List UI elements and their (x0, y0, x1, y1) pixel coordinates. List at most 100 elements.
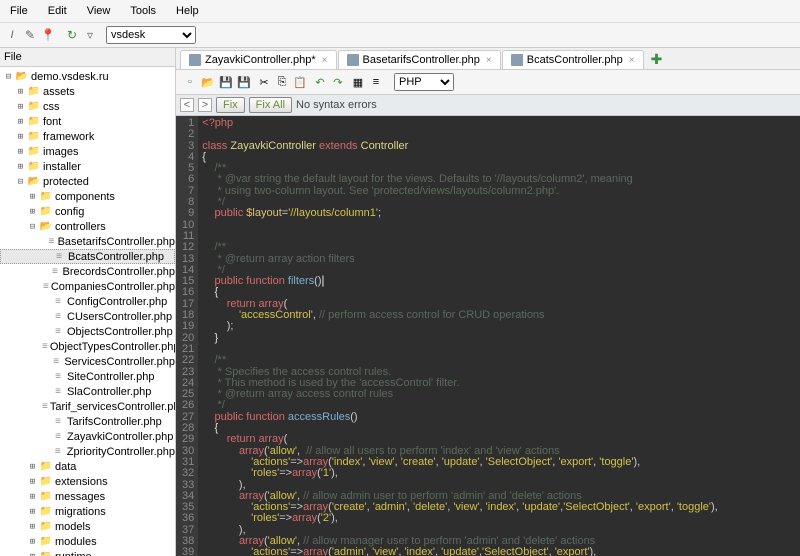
editor-tab[interactable]: ZayavkiController.php*× (180, 50, 337, 69)
language-selector[interactable]: PHP (394, 73, 454, 91)
folder-open-icon: 📂 (39, 221, 53, 233)
tree-twisty-icon[interactable]: ⊞ (28, 522, 37, 532)
tree-item[interactable]: ⊟📂controllers (0, 219, 175, 234)
save-all-icon[interactable]: 💾 (236, 74, 252, 90)
code-editor[interactable]: 1234567891011121314151617181920212223242… (176, 116, 800, 556)
tree-twisty-icon[interactable]: ⊞ (16, 132, 25, 142)
editor-tab[interactable]: BasetarifsController.php× (338, 50, 501, 69)
redo-icon[interactable]: ↷ (330, 74, 346, 90)
tree-item[interactable]: ⊞📁assets (0, 84, 175, 99)
filter-icon[interactable]: ▿ (82, 27, 98, 43)
tree-item[interactable]: ⊞📁data (0, 459, 175, 474)
tree-item[interactable]: ≡TarifsController.php (0, 414, 175, 429)
save-icon[interactable]: 💾 (218, 74, 234, 90)
fix-all-button[interactable]: Fix All (249, 97, 292, 113)
refresh-icon[interactable]: ↻ (64, 27, 80, 43)
tree-twisty-icon[interactable]: ⊞ (16, 162, 25, 172)
prev-error-button[interactable]: < (180, 98, 194, 112)
menu-help[interactable]: Help (168, 3, 207, 19)
tree-twisty-icon[interactable]: ⊟ (16, 177, 25, 187)
cut-icon[interactable]: ✂ (256, 74, 272, 90)
tree-label: protected (43, 176, 89, 188)
close-icon[interactable]: × (486, 55, 492, 66)
close-icon[interactable]: × (322, 55, 328, 66)
tree-twisty-icon[interactable]: ⊞ (28, 207, 37, 217)
tree-item[interactable]: ≡CompaniesController.php (0, 279, 175, 294)
tree-item[interactable]: ⊞📁installer (0, 159, 175, 174)
tree-twisty-icon[interactable]: ⊟ (28, 222, 37, 232)
project-selector[interactable]: vsdesk (106, 26, 196, 44)
tree-item[interactable]: ⊞📁runtime (0, 549, 175, 556)
tree-item[interactable]: ⊞📁modules (0, 534, 175, 549)
grid-icon[interactable]: ▦ (350, 74, 366, 90)
tree-label: controllers (55, 221, 106, 233)
tree-twisty-icon[interactable]: ⊞ (28, 492, 37, 502)
tree-label: Tarif_servicesController.php (50, 401, 175, 413)
tree-label: assets (43, 86, 75, 98)
paste-icon[interactable]: 📋 (292, 74, 308, 90)
tree-twisty-icon[interactable]: ⊞ (28, 507, 37, 517)
folder-icon: 📁 (27, 131, 41, 143)
tree-item[interactable]: ⊞📁models (0, 519, 175, 534)
tree-item[interactable]: ⊟📂protected (0, 174, 175, 189)
tree-twisty-icon[interactable]: ⊞ (16, 102, 25, 112)
tree-item[interactable]: ≡ObjectTypesController.php (0, 339, 175, 354)
tree-label: CompaniesController.php (51, 281, 175, 293)
add-tab-button[interactable]: ✚ (645, 51, 669, 68)
copy-icon[interactable]: ⎘ (274, 74, 290, 90)
tree-item[interactable]: ⊞📁extensions (0, 474, 175, 489)
tree-twisty-icon[interactable]: ⊞ (28, 537, 37, 547)
tree-label: font (43, 116, 61, 128)
tree-item[interactable]: ≡ZayavkiController.php (0, 429, 175, 444)
folder-icon: 📁 (39, 536, 53, 548)
tree-twisty-icon[interactable]: ⊞ (16, 87, 25, 97)
close-icon[interactable]: × (629, 55, 635, 66)
tree-twisty-icon[interactable]: ⊞ (28, 552, 37, 556)
tree-item[interactable]: ≡SiteController.php (0, 369, 175, 384)
tree-twisty-icon[interactable]: ⊞ (28, 462, 37, 472)
tree-twisty-icon[interactable]: ⊞ (16, 147, 25, 157)
next-error-button[interactable]: > (198, 98, 212, 112)
tree-twisty-icon[interactable]: ⊟ (4, 72, 13, 82)
wand-icon[interactable]: ✎ (22, 27, 38, 43)
tree-item[interactable]: ≡ServicesController.php (0, 354, 175, 369)
undo-icon[interactable]: ↶ (312, 74, 328, 90)
tree-twisty-icon[interactable]: ⊞ (28, 192, 37, 202)
tree-item[interactable]: ≡ConfigController.php (0, 294, 175, 309)
menu-view[interactable]: View (79, 3, 119, 19)
folder-icon: 📁 (39, 491, 53, 503)
tree-item[interactable]: ⊞📁framework (0, 129, 175, 144)
tree-item[interactable]: ⊟📂demo.vsdesk.ru (0, 69, 175, 84)
code-content[interactable]: <?php class ZayavkiController extends Co… (198, 116, 800, 556)
menu-edit[interactable]: Edit (40, 3, 75, 19)
php-icon: ≡ (51, 446, 65, 458)
pin-icon[interactable]: 📍 (40, 27, 56, 43)
tree-item[interactable]: ⊞📁config (0, 204, 175, 219)
php-icon: ≡ (52, 251, 66, 263)
new-file-icon[interactable]: ▫ (182, 74, 198, 90)
tree-twisty-icon[interactable]: ⊞ (16, 117, 25, 127)
php-icon: ≡ (51, 326, 65, 338)
tree-item[interactable]: ≡ZpriorityController.php (0, 444, 175, 459)
tree-item[interactable]: ≡BcatsController.php (0, 249, 175, 264)
menu-tools[interactable]: Tools (122, 3, 164, 19)
wrap-icon[interactable]: ≡ (368, 74, 384, 90)
tree-item[interactable]: ⊞📁css (0, 99, 175, 114)
tree-twisty-icon[interactable]: ⊞ (28, 477, 37, 487)
fix-button[interactable]: Fix (216, 97, 245, 113)
menu-file[interactable]: File (2, 3, 36, 19)
tree-item[interactable]: ⊞📁images (0, 144, 175, 159)
tree-item[interactable]: ≡BasetarifsController.php (0, 234, 175, 249)
tree-item[interactable]: ⊞📁font (0, 114, 175, 129)
tree-item[interactable]: ≡SlaController.php (0, 384, 175, 399)
tree-item[interactable]: ≡BrecordsController.php (0, 264, 175, 279)
tree-item[interactable]: ≡Tarif_servicesController.php (0, 399, 175, 414)
tree-item[interactable]: ⊞📁components (0, 189, 175, 204)
open-icon[interactable]: 📂 (200, 74, 216, 90)
tree-item[interactable]: ⊞📁migrations (0, 504, 175, 519)
tree-item[interactable]: ⊞📁messages (0, 489, 175, 504)
tree-item[interactable]: ≡ObjectsController.php (0, 324, 175, 339)
tree-item[interactable]: ≡CUsersController.php (0, 309, 175, 324)
editor-tab[interactable]: BcatsController.php× (502, 50, 644, 69)
cursor-icon[interactable]: I (4, 27, 20, 43)
